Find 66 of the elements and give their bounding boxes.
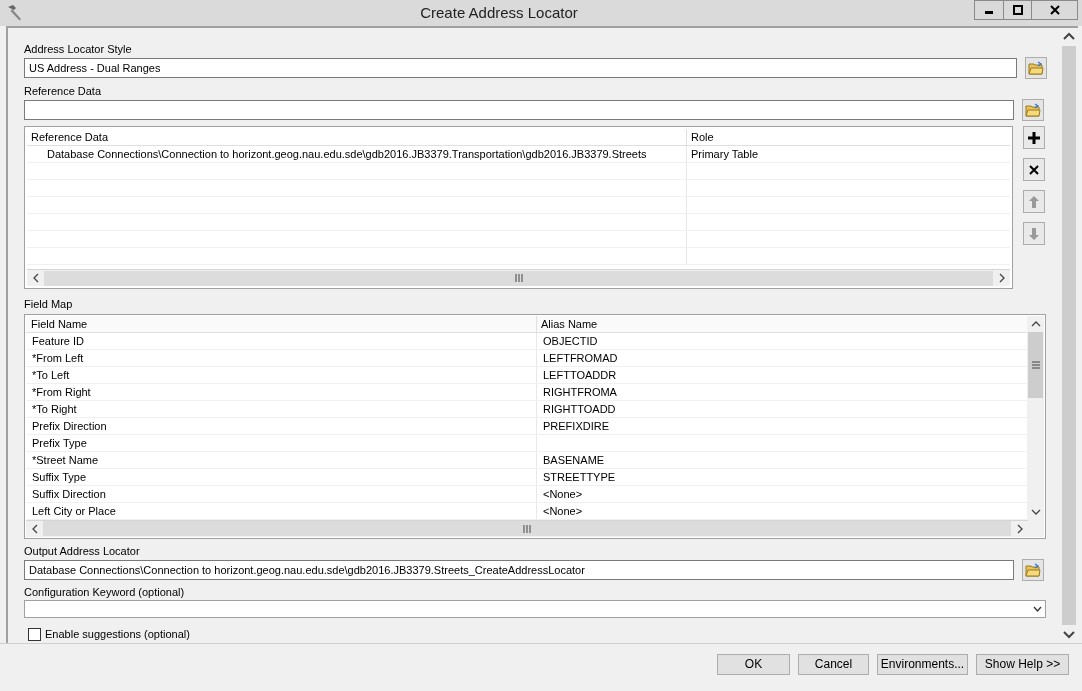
table-cell: Left City or Place	[32, 504, 116, 517]
checkbox[interactable]	[28, 628, 41, 642]
folder-icon	[1028, 60, 1044, 75]
scrollbar-thumb[interactable]	[1028, 331, 1043, 398]
field-label: Output Address Locator	[24, 544, 141, 559]
column-header[interactable]: Role	[687, 129, 1010, 146]
remove-button[interactable]	[1023, 158, 1045, 182]
browse-folder-button[interactable]	[1022, 559, 1044, 582]
folder-icon	[1025, 563, 1041, 578]
table-cell: Feature ID	[32, 334, 84, 347]
table-cell: <None>	[543, 487, 583, 500]
dialog-button[interactable]: Cancel	[798, 654, 869, 675]
vertical-scrollbar[interactable]	[1027, 315, 1044, 520]
table-cell: LEFTTOADDR	[543, 368, 617, 381]
column-header[interactable]: Alias Name	[537, 315, 1027, 332]
table-cell: *To Left	[32, 368, 70, 381]
dropdown[interactable]	[24, 599, 1046, 619]
folder-icon	[1025, 102, 1041, 117]
text-field[interactable]: Database Connections\Connection to horizont.geog.nau.edu.sde\gdb2016.JB3379.Streets_CreateAddressLocator	[24, 560, 1014, 581]
browse-folder-button[interactable]	[1025, 56, 1047, 79]
add-button[interactable]	[1023, 126, 1045, 150]
table-cell: RIGHTFROMA	[543, 385, 617, 398]
text-field[interactable]: US Address - Dual Ranges	[24, 57, 1017, 78]
table-cell-text: Primary Table	[690, 147, 760, 163]
field-label: Field Map	[24, 296, 74, 311]
window-title: Create Address Locator	[419, 2, 579, 23]
table-cell: *Street Name	[32, 453, 99, 466]
column-header[interactable]: Reference Data	[27, 129, 687, 146]
field-label: Reference Data	[24, 83, 103, 98]
move-down-button[interactable]	[1023, 222, 1045, 246]
maximize-button[interactable]	[1004, 0, 1032, 20]
dialog-button[interactable]: Environments...	[877, 654, 968, 675]
table-cell: BASENAME	[543, 453, 605, 466]
close-icon	[1028, 163, 1040, 176]
browse-folder-button[interactable]	[1022, 98, 1044, 121]
table-cell: *From Left	[32, 351, 84, 364]
table-cell: PREFIXDIRE	[543, 419, 609, 432]
table-cell: STREETTYPE	[543, 470, 616, 483]
close-icon	[1049, 5, 1060, 15]
table-cell: *To Right	[32, 402, 77, 415]
arrow-down-icon	[1028, 226, 1040, 241]
text-field[interactable]	[24, 99, 1014, 120]
maximize-icon	[1012, 5, 1023, 15]
field-label: Address Locator Style	[24, 42, 133, 56]
plus-icon	[1027, 130, 1041, 145]
minimize-button[interactable]	[974, 0, 1004, 20]
scrollbar-thumb[interactable]	[1062, 46, 1076, 625]
arrow-up-icon	[1028, 194, 1040, 209]
table-cell: OBJECTID	[543, 334, 598, 347]
table-cell: *From Right	[32, 385, 91, 398]
caret-icon	[1033, 606, 1042, 613]
table-cell: Prefix Direction	[32, 419, 107, 432]
table-cell: <None>	[543, 504, 583, 517]
dialog-button[interactable]: OK	[717, 654, 790, 675]
column-header[interactable]: Field Name	[26, 315, 537, 332]
table-cell: Suffix Direction	[32, 487, 106, 500]
table-cell: RIGHTTOADD	[543, 402, 616, 415]
dialog-button[interactable]: Show Help >>	[976, 654, 1069, 675]
table-cell: Database Connections\Connection to horizont.geog.nau.edu.sde\gdb2016.JB3379.Transportation\gdb2016.JB3379.Streets	[27, 146, 687, 163]
checkbox-label: Enable suggestions (optional)	[45, 627, 190, 643]
table-cell: LEFTFROMAD	[543, 351, 618, 364]
field-label: Configuration Keyword (optional)	[24, 584, 186, 599]
table-cell: Suffix Type	[32, 470, 87, 483]
close-button[interactable]	[1032, 0, 1078, 20]
move-up-button[interactable]	[1023, 190, 1045, 214]
table-cell: Prefix Type	[32, 436, 87, 449]
